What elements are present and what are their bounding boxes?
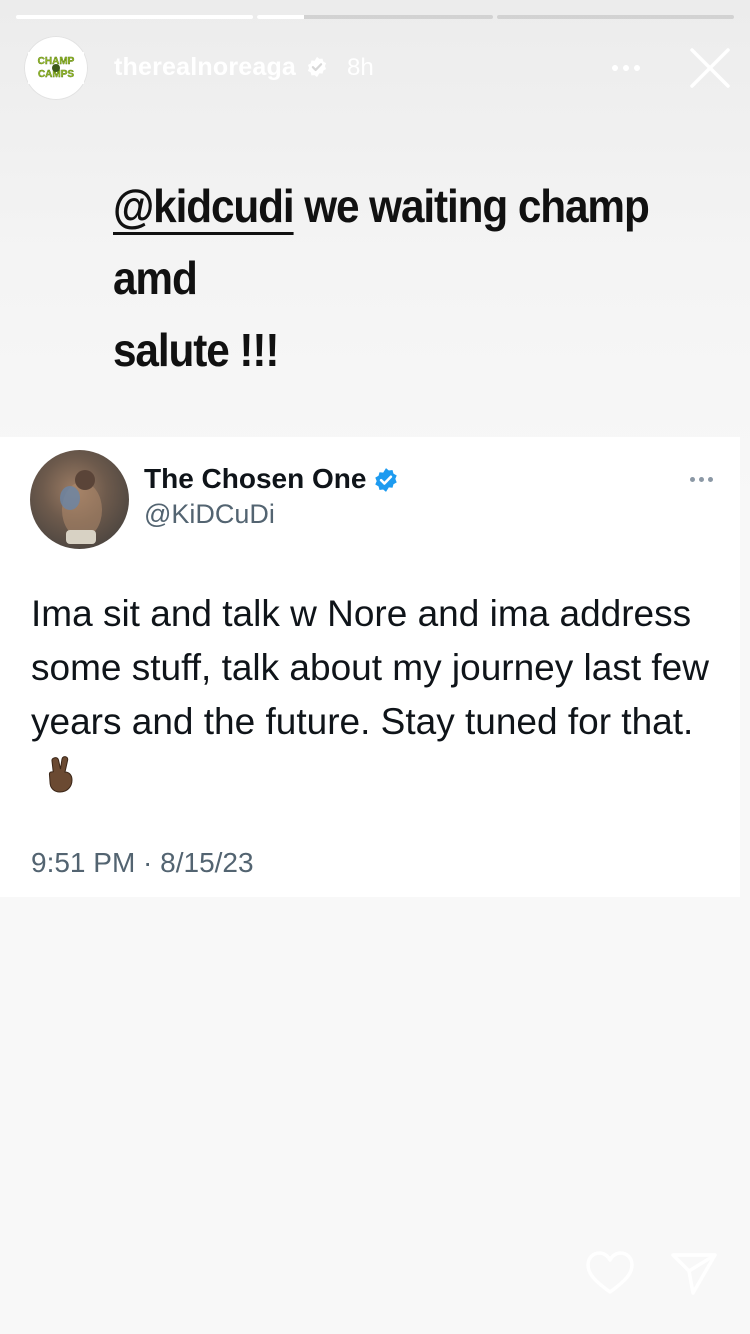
caption-line-2: salute !!! <box>113 324 279 376</box>
heart-icon[interactable] <box>585 1250 635 1296</box>
story-viewer[interactable]: CHAMP CAMPS therealnoreaga 8h @kidcudi w… <box>0 0 750 1334</box>
progress-fill <box>256 15 304 19</box>
progress-segment <box>256 15 494 19</box>
champ-camps-logo: CHAMP CAMPS <box>28 52 84 84</box>
tweet-avatar-image <box>60 470 102 544</box>
more-options-icon[interactable] <box>690 477 713 482</box>
verified-badge-icon <box>307 56 327 78</box>
verified-badge-icon <box>375 468 397 492</box>
more-options-icon[interactable] <box>612 58 648 78</box>
tweet-avatar <box>30 450 129 549</box>
progress-segment <box>497 15 735 19</box>
story-header: CHAMP CAMPS therealnoreaga 8h <box>24 36 730 100</box>
avatar[interactable]: CHAMP CAMPS <box>24 36 88 100</box>
progress-segment <box>16 15 253 19</box>
tweet-display-name[interactable]: The Chosen One <box>144 463 366 495</box>
tweet-timestamp: 9:51 PM · 8/15/23 <box>31 847 254 878</box>
tweet-card[interactable]: The Chosen One @KiDCuDi Ima sit and talk… <box>0 437 740 897</box>
mention-link[interactable]: @kidcudi <box>113 180 295 232</box>
story-timestamp: 8h <box>347 54 374 81</box>
story-caption-text: @kidcudi we waiting champ amd salute !!! <box>113 170 693 386</box>
close-icon[interactable] <box>688 46 732 90</box>
tweet-handle[interactable]: @KiDCuDi <box>144 499 275 530</box>
progress-fill <box>16 15 253 19</box>
send-icon[interactable] <box>669 1249 719 1297</box>
tweet-body: Ima sit and talk w Nore and ima address … <box>31 587 721 803</box>
story-username[interactable]: therealnoreaga <box>114 53 296 82</box>
victory-hand-icon <box>48 756 73 793</box>
tweet-text: Ima sit and talk w Nore and ima address … <box>31 593 709 742</box>
story-progress-bar <box>16 15 735 19</box>
